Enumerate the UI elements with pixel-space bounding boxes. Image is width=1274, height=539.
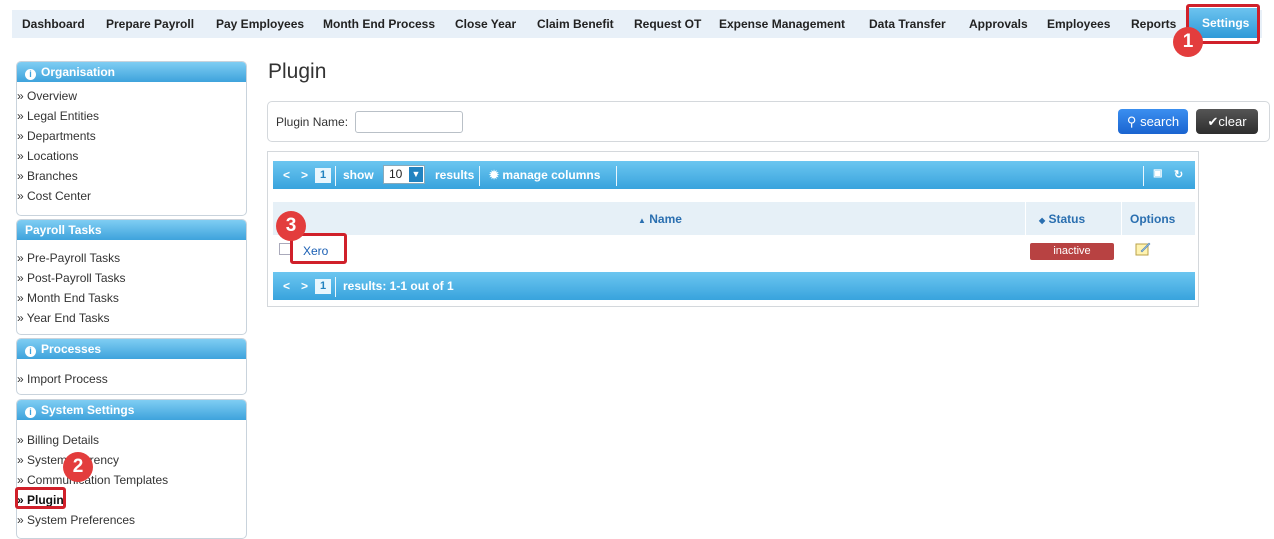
sidebar-item-overview[interactable]: » Overview <box>17 86 246 106</box>
results-label: results <box>435 168 475 182</box>
status-badge: inactive <box>1030 243 1114 260</box>
column-options-header: Options <box>1130 212 1176 226</box>
nav-request-ot[interactable]: Request OT <box>634 10 701 38</box>
next-page-icon[interactable]: > <box>301 279 308 293</box>
sidebar-item-month-end-tasks[interactable]: » Month End Tasks <box>17 288 246 308</box>
highlight-plugin <box>15 487 66 509</box>
divider <box>616 166 617 186</box>
step-3-marker: 3 <box>276 211 306 241</box>
nav-month-end-process[interactable]: Month End Process <box>323 10 435 38</box>
divider <box>335 277 336 297</box>
clear-button[interactable]: ✔clear <box>1196 109 1258 134</box>
payroll-tasks-title: Payroll Tasks <box>25 223 102 237</box>
search-panel: Plugin Name: ⚲ search ✔clear <box>267 101 1270 142</box>
sidebar-item-legal-entities[interactable]: » Legal Entities <box>17 106 246 126</box>
divider <box>1143 166 1144 186</box>
plugin-name-label: Plugin Name: <box>276 115 349 129</box>
sidebar-item-year-end-tasks[interactable]: » Year End Tasks <box>17 308 246 328</box>
results-summary: results: 1-1 out of 1 <box>343 279 454 293</box>
nav-expense-management[interactable]: Expense Management <box>719 10 845 38</box>
nav-pay-employees[interactable]: Pay Employees <box>216 10 304 38</box>
sidebar-organisation-panel: i Organisation » Overview » Legal Entitie… <box>16 61 247 216</box>
search-button-label: search <box>1140 114 1180 129</box>
manage-columns-label: manage columns <box>502 168 601 182</box>
nav-reports[interactable]: Reports <box>1131 10 1176 38</box>
name-column-label: Name <box>649 212 682 226</box>
info-icon: i <box>25 346 36 357</box>
nav-approvals[interactable]: Approvals <box>969 10 1028 38</box>
divider <box>335 166 336 186</box>
gear-icon: ✹ <box>489 168 500 182</box>
nav-employees[interactable]: Employees <box>1047 10 1110 38</box>
grid-column-header: ▲ Name ◆ Status Options <box>273 202 1195 235</box>
column-divider <box>1025 202 1026 235</box>
divider <box>479 166 480 186</box>
refresh-icon[interactable]: ↻ <box>1174 168 1183 181</box>
processes-header: i Processes <box>17 339 246 359</box>
nav-claim-benefit[interactable]: Claim Benefit <box>537 10 614 38</box>
step-1-marker: 1 <box>1173 27 1203 57</box>
sidebar-system-settings-panel: i System Settings » Billing Details » Sys… <box>16 399 247 539</box>
column-divider <box>1121 202 1122 235</box>
page-size-select[interactable]: 10 ▼ <box>383 165 425 184</box>
organisation-header: i Organisation <box>17 62 246 82</box>
payroll-tasks-header: Payroll Tasks <box>17 220 246 240</box>
show-label: show <box>343 168 374 182</box>
sort-icon: ◆ <box>1039 216 1046 225</box>
top-navigation: Dashboard Prepare Payroll Pay Employees … <box>0 0 1274 42</box>
nav-data-transfer[interactable]: Data Transfer <box>869 10 946 38</box>
page-size-value: 10 <box>389 167 403 181</box>
chevron-down-icon: ▼ <box>409 167 423 182</box>
column-status-header[interactable]: ◆ Status <box>1039 212 1085 226</box>
step-2-marker: 2 <box>63 452 93 482</box>
info-icon: i <box>25 69 36 80</box>
page-title: Plugin <box>268 60 327 83</box>
sidebar-item-system-preferences[interactable]: » System Preferences <box>17 510 246 530</box>
column-name-header[interactable]: ▲ Name <box>638 212 682 226</box>
sidebar-item-system-currency[interactable]: » System Currency <box>17 450 246 470</box>
nav-close-year[interactable]: Close Year <box>455 10 516 38</box>
system-settings-title: System Settings <box>41 403 135 417</box>
next-page-icon[interactable]: > <box>301 168 308 182</box>
sidebar-item-post-payroll-tasks[interactable]: » Post-Payroll Tasks <box>17 268 246 288</box>
current-page[interactable]: 1 <box>315 168 331 183</box>
status-column-label: Status <box>1048 212 1086 226</box>
eraser-icon: ✔ <box>1207 114 1219 129</box>
sidebar-item-billing-details[interactable]: » Billing Details <box>17 430 246 450</box>
sidebar-item-pre-payroll-tasks[interactable]: » Pre-Payroll Tasks <box>17 248 246 268</box>
sidebar-item-branches[interactable]: » Branches <box>17 166 246 186</box>
sidebar-item-locations[interactable]: » Locations <box>17 146 246 166</box>
nav-dashboard[interactable]: Dashboard <box>22 10 85 38</box>
plugin-name-input[interactable] <box>355 111 463 133</box>
info-icon: i <box>25 407 36 418</box>
nav-prepare-payroll[interactable]: Prepare Payroll <box>106 10 194 38</box>
sidebar-item-cost-center[interactable]: » Cost Center <box>17 186 246 206</box>
organisation-title: Organisation <box>41 65 116 79</box>
plugin-grid: < > 1 show 10 ▼ results ✹ manage columns … <box>267 151 1199 307</box>
grid-footer: < > 1 results: 1-1 out of 1 <box>273 272 1195 300</box>
prev-page-icon[interactable]: < <box>283 279 290 293</box>
edit-icon[interactable] <box>1135 241 1151 256</box>
prev-page-icon[interactable]: < <box>283 168 290 182</box>
manage-columns-button[interactable]: ✹ manage columns <box>489 168 600 182</box>
save-icon[interactable]: ▣ <box>1153 168 1162 179</box>
clear-button-label: clear <box>1218 114 1247 129</box>
grid-toolbar: < > 1 show 10 ▼ results ✹ manage columns … <box>273 161 1195 189</box>
sidebar-processes-panel: i Processes » Import Process <box>16 338 247 395</box>
current-page[interactable]: 1 <box>315 279 331 294</box>
table-row: Xero inactive <box>273 235 1195 265</box>
processes-title: Processes <box>41 342 102 356</box>
system-settings-header: i System Settings <box>17 400 246 420</box>
sort-asc-icon: ▲ <box>638 216 646 225</box>
sidebar-item-import-process[interactable]: » Import Process <box>17 369 246 389</box>
search-button[interactable]: ⚲ search <box>1118 109 1188 134</box>
sidebar-item-departments[interactable]: » Departments <box>17 126 246 146</box>
search-icon: ⚲ <box>1126 114 1137 129</box>
sidebar-payroll-tasks-panel: Payroll Tasks » Pre-Payroll Tasks » Post… <box>16 219 247 335</box>
